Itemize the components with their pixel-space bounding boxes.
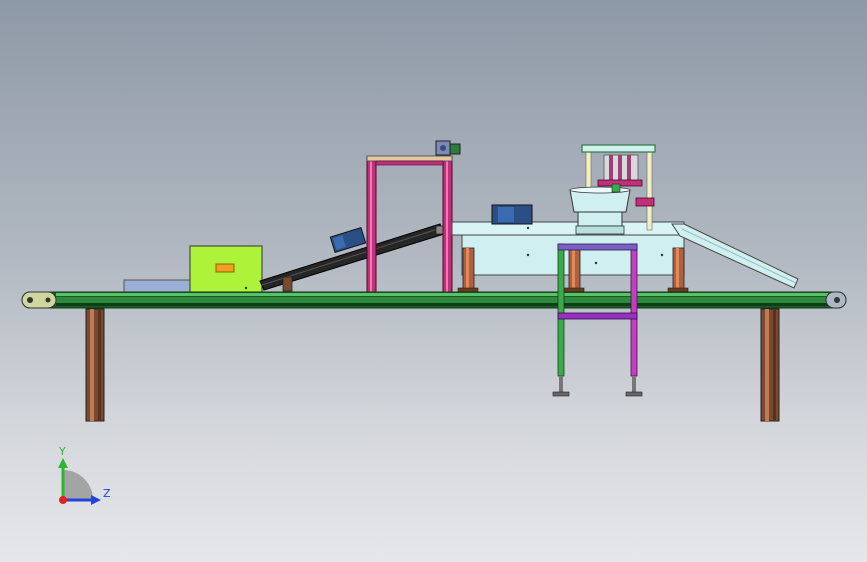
- coordinate-triad: Y Z: [58, 445, 111, 505]
- y-axis-label: Y: [58, 445, 66, 458]
- triad-quarter-disc: [63, 470, 93, 500]
- cad-viewport[interactable]: Y Z: [0, 0, 867, 562]
- z-axis-label: Z: [103, 487, 111, 500]
- x-axis-dot: [59, 496, 67, 504]
